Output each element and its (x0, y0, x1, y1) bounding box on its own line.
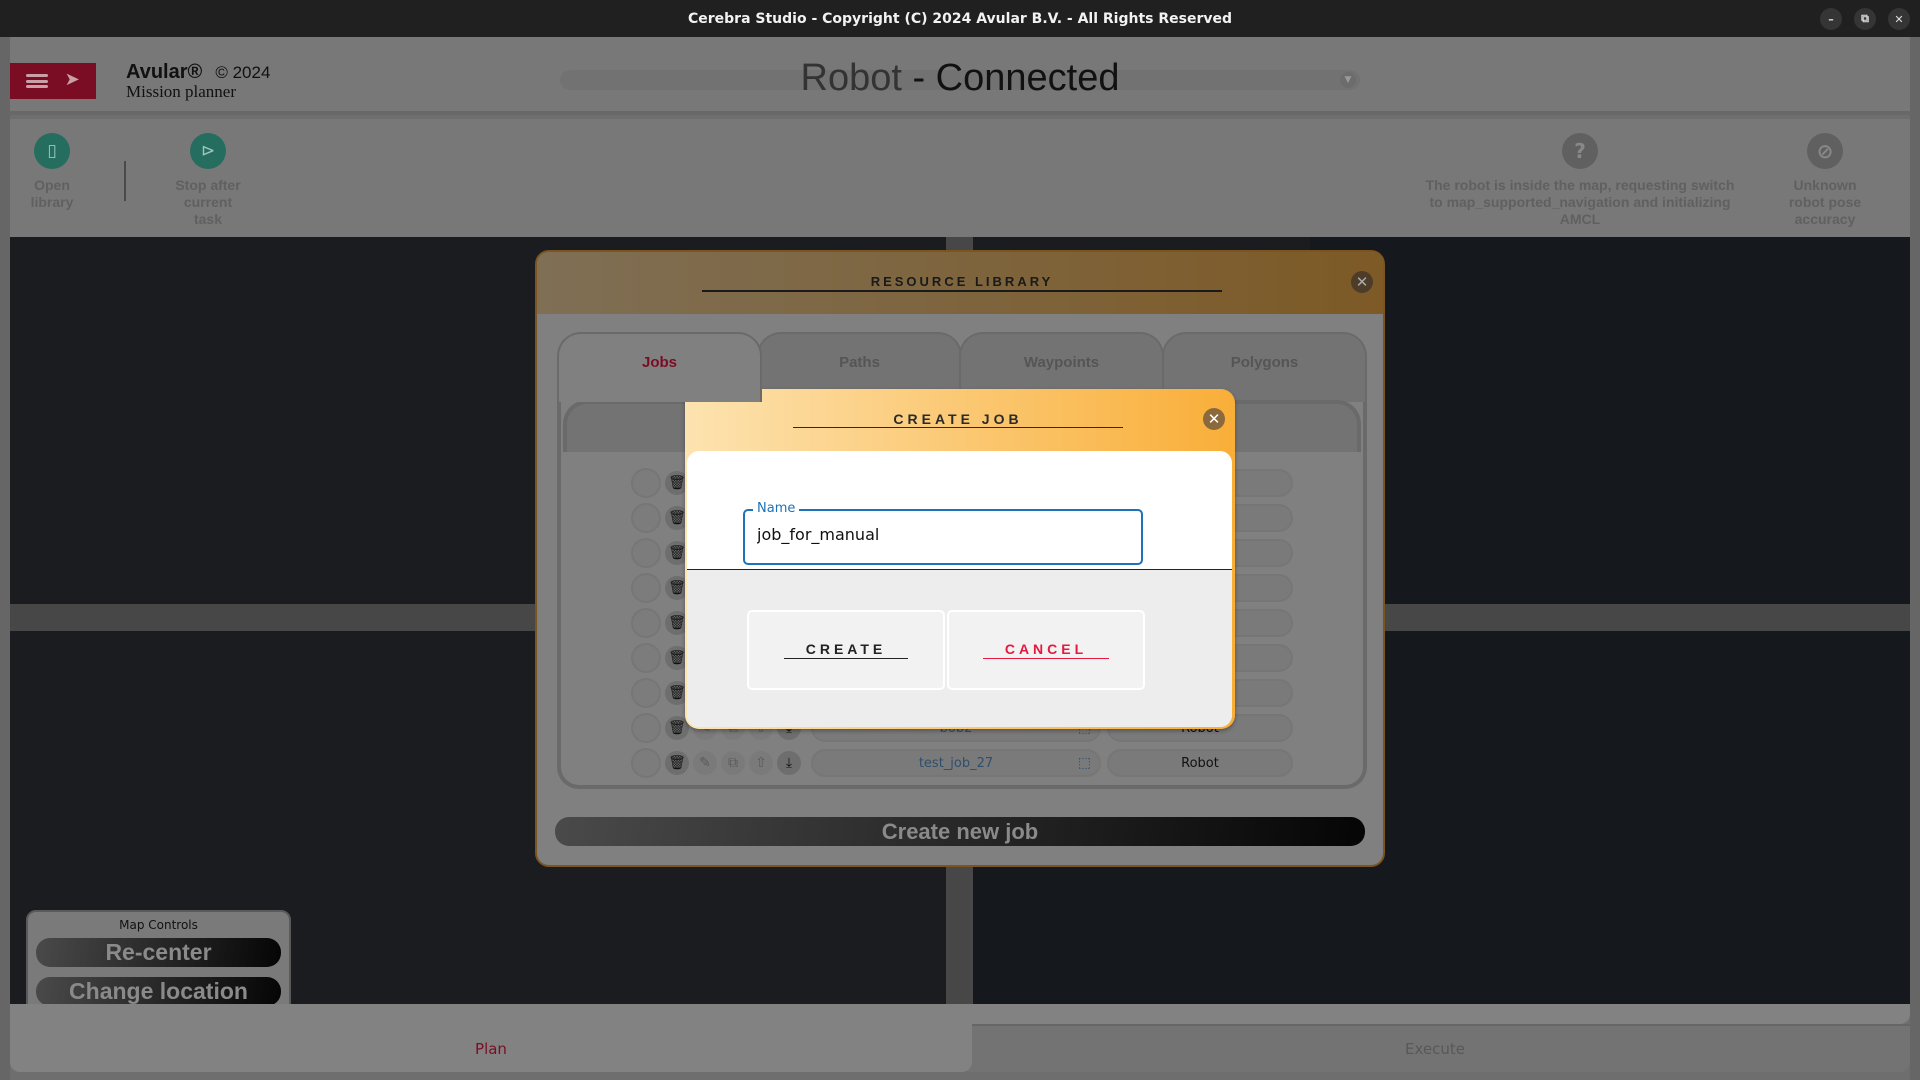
create-new-job-button[interactable]: Create new job (555, 817, 1365, 846)
window-controls: – ⧉ ✕ (1820, 8, 1910, 30)
job-owner: Robot (1181, 755, 1219, 771)
stop-after-task-icon: ⊳ (190, 133, 226, 169)
row-select-toggle[interactable] (631, 538, 661, 568)
cancel-button[interactable]: CANCEL (947, 610, 1145, 690)
create-button[interactable]: CREATE (747, 610, 945, 690)
resource-library-header: RESOURCE LIBRARY ✕ (537, 252, 1383, 314)
row-select-toggle[interactable] (631, 713, 661, 743)
download-icon[interactable]: ⤓ (777, 751, 801, 775)
cancel-button-label: CANCEL (982, 641, 1110, 659)
job-owner-pill: Robot (1107, 749, 1293, 777)
edit-icon[interactable]: ✎ (693, 751, 717, 775)
close-icon[interactable]: ✕ (1203, 408, 1225, 430)
upload-icon[interactable]: ⇧ (749, 751, 773, 775)
window-titlebar: Cerebra Studio - Copyright (C) 2024 Avul… (0, 0, 1920, 37)
stop-after-task-label: Stop after current task (175, 177, 241, 227)
tab-plan[interactable]: Plan (10, 1004, 972, 1072)
row-select-toggle[interactable] (631, 468, 661, 498)
create-job-dialog: CREATE JOB ✕ Name CREATE CANCEL (685, 389, 1235, 729)
toolbar: ▯ Open library ⊳ Stop after current task… (10, 119, 1910, 237)
window-title: Cerebra Studio - Copyright (C) 2024 Avul… (687, 10, 1232, 27)
book-icon: ▯ (34, 133, 70, 169)
recenter-button[interactable]: Re-center (36, 938, 281, 967)
app-header: ➤ Avular® © 2024 Mission planner ▼ Robot… (10, 37, 1910, 115)
map-controls-title: Map Controls (119, 918, 198, 932)
row-select-toggle[interactable] (631, 678, 661, 708)
row-select-toggle[interactable] (631, 608, 661, 638)
close-window-button[interactable]: ✕ (1888, 8, 1910, 30)
tab-execute[interactable]: Execute (960, 1024, 1910, 1072)
job-name-input[interactable] (757, 525, 1127, 544)
robot-name: Robot (800, 57, 902, 99)
row-select-toggle[interactable] (631, 573, 661, 603)
resource-library-title: RESOURCE LIBRARY (702, 274, 1222, 292)
map-region (1310, 237, 1910, 604)
create-job-body: Name CREATE CANCEL (687, 451, 1232, 727)
bottom-tabs: Execute Plan (10, 1004, 1910, 1072)
stop-after-task-button[interactable]: ⊳ Stop after current task (162, 133, 254, 228)
row-select-toggle[interactable] (631, 503, 661, 533)
status-message-text: The robot is inside the map, requesting … (1425, 177, 1735, 227)
toolbar-divider (124, 161, 126, 201)
pose-accuracy-text: Unknown robot pose accuracy (1788, 177, 1862, 227)
tab-plan-label: Plan (475, 1040, 507, 1058)
create-job-footer: CREATE CANCEL (687, 569, 1232, 727)
trash-icon[interactable]: 🗑 (665, 751, 689, 775)
robot-status: - Connected (901, 57, 1120, 99)
copy-icon[interactable]: ⧉ (721, 751, 745, 775)
job-name-label: Name (753, 501, 800, 517)
pose-unknown-icon: ⊘ (1807, 133, 1843, 169)
create-job-title: CREATE JOB (793, 411, 1123, 428)
minimize-button[interactable]: – (1820, 8, 1842, 30)
tab-jobs[interactable]: Jobs (557, 332, 762, 402)
close-icon[interactable]: ✕ (1351, 271, 1373, 293)
status-message: ? The robot is inside the map, requestin… (1410, 133, 1750, 228)
change-location-button[interactable]: Change location (36, 977, 281, 1006)
robot-connection-title: Robot - Connected (10, 57, 1910, 100)
tab-separator (972, 1004, 1910, 1024)
create-button-label: CREATE (783, 641, 909, 659)
job-name-field[interactable]: Name (743, 501, 1143, 565)
question-icon: ? (1562, 133, 1598, 169)
row-select-toggle[interactable] (631, 643, 661, 673)
tab-execute-label: Execute (1405, 1040, 1465, 1058)
restore-button[interactable]: ⧉ (1854, 8, 1876, 30)
polygon-icon[interactable]: ⬚ (1078, 755, 1091, 771)
open-library-button[interactable]: ▯ Open library (28, 133, 76, 211)
open-library-label: Open library (30, 177, 74, 210)
pose-accuracy-indicator: ⊘ Unknown robot pose accuracy (1780, 133, 1870, 228)
job-row[interactable]: 🗑 ✎ ⧉ ⇧ ⤓ test_job_27 ⬚ Robot (631, 748, 1293, 778)
job-name: test_job_27 (918, 755, 994, 771)
row-select-toggle[interactable] (631, 748, 661, 778)
job-name-pill[interactable]: test_job_27 ⬚ (811, 749, 1101, 777)
